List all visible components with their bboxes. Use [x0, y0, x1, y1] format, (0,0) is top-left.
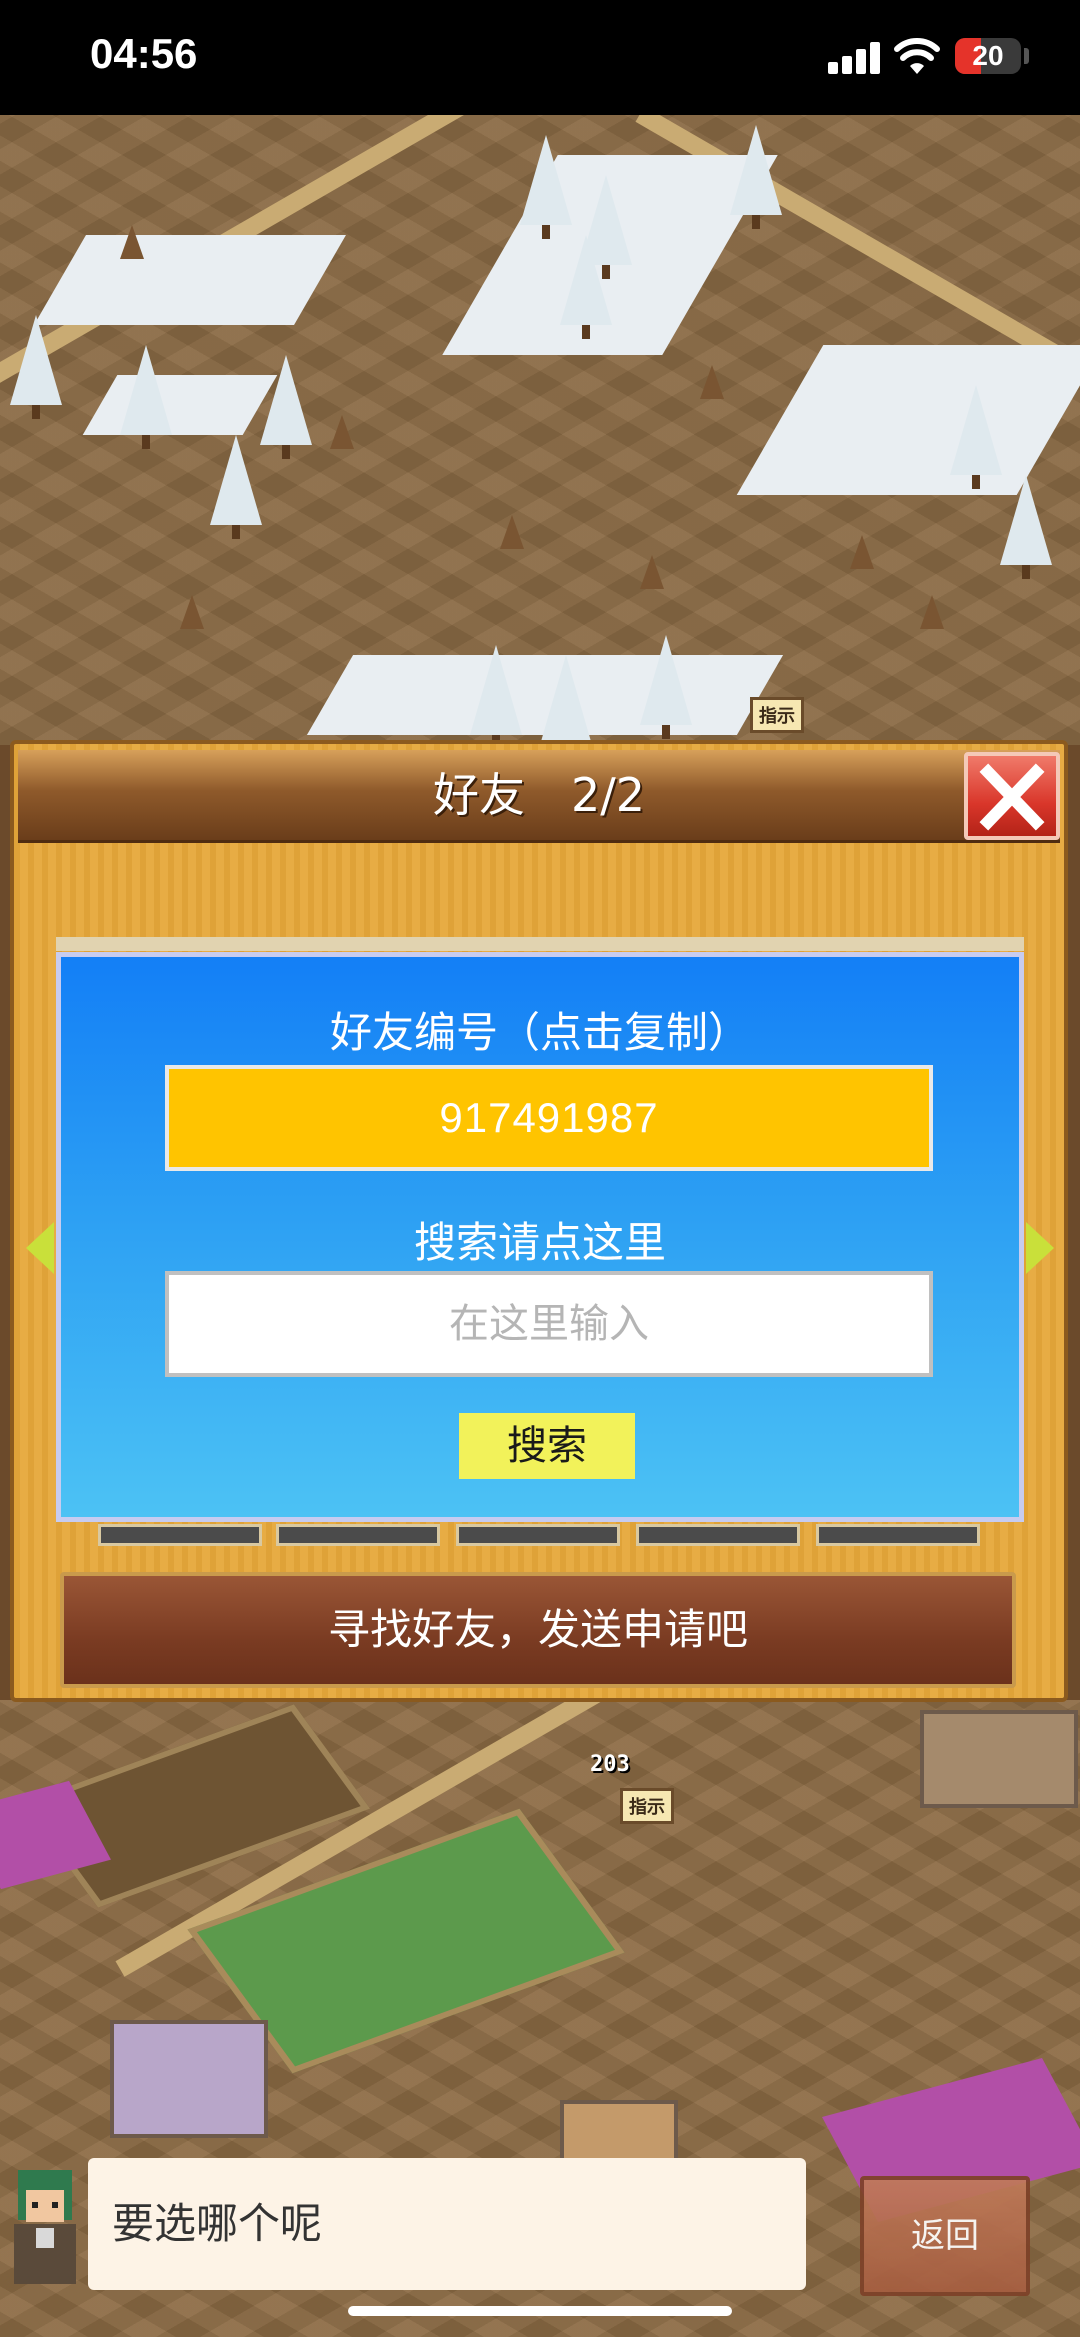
- map-marker-label[interactable]: 指示: [620, 1788, 674, 1824]
- page-tab[interactable]: [276, 1524, 440, 1546]
- rock: [330, 415, 354, 449]
- snow-tree: [260, 355, 312, 459]
- close-icon: [979, 763, 1045, 831]
- snow-tree: [10, 315, 62, 419]
- snow-tree: [540, 655, 592, 745]
- snow-patch: [82, 375, 278, 435]
- page-tab[interactable]: [816, 1524, 980, 1546]
- dialog-title: 好友 2/2: [432, 768, 646, 822]
- snow-patch: [736, 345, 1080, 495]
- rock: [640, 555, 664, 589]
- game-map-top[interactable]: 指示: [0, 115, 1080, 745]
- snow-tree: [210, 435, 262, 539]
- snow-tree: [520, 135, 572, 239]
- rock: [500, 515, 524, 549]
- status-time: 04:56: [90, 30, 198, 77]
- find-friends-button[interactable]: 寻找好友，发送申请吧: [60, 1572, 1016, 1688]
- snow-tree: [950, 385, 1002, 489]
- friend-id-copy-button[interactable]: 917491987: [165, 1065, 933, 1171]
- snow-tree: [470, 645, 522, 745]
- next-page-arrow-icon[interactable]: [1026, 1222, 1054, 1274]
- snow-tree: [120, 345, 172, 449]
- battery-nub: [1024, 48, 1029, 64]
- dialog-header: 好友 2/2: [18, 750, 1060, 843]
- friend-panel: 好友编号（点击复制） 917491987 搜索请点这里 搜索: [56, 952, 1024, 1522]
- character-avatar: [14, 2170, 76, 2284]
- close-button[interactable]: [964, 752, 1060, 840]
- snow-tree: [640, 635, 692, 739]
- page-tab[interactable]: [98, 1524, 262, 1546]
- search-label: 搜索请点这里: [413, 1218, 666, 1267]
- status-bar: 04:56 20: [0, 0, 1080, 115]
- search-button[interactable]: 搜索: [459, 1413, 635, 1479]
- message-box: 要选哪个呢: [88, 2158, 806, 2290]
- snow-patch: [34, 235, 346, 325]
- map-marker-label[interactable]: 指示: [750, 697, 804, 733]
- previous-page-arrow-icon[interactable]: [26, 1222, 54, 1274]
- search-input[interactable]: [165, 1271, 933, 1377]
- rock: [920, 595, 944, 629]
- resource-counter: 203: [590, 1752, 630, 1777]
- friend-id-label: 好友编号（点击复制）: [329, 1008, 750, 1057]
- panel-top-strip: [56, 937, 1024, 951]
- signal-icon: [828, 40, 880, 74]
- battery-level: 20: [972, 40, 1004, 71]
- rock: [180, 595, 204, 629]
- page-tab[interactable]: [636, 1524, 800, 1546]
- battery-icon: 20: [955, 38, 1021, 74]
- snow-tree: [560, 235, 612, 339]
- rock: [850, 535, 874, 569]
- home-indicator[interactable]: [348, 2306, 732, 2316]
- snow-tree: [730, 125, 782, 229]
- building: [920, 1710, 1078, 1808]
- page-tab[interactable]: [456, 1524, 620, 1546]
- building: [110, 2020, 268, 2138]
- wifi-icon: [894, 38, 940, 74]
- rock: [700, 365, 724, 399]
- back-button[interactable]: 返回: [860, 2176, 1030, 2296]
- snow-tree: [1000, 475, 1052, 579]
- rock: [120, 225, 144, 259]
